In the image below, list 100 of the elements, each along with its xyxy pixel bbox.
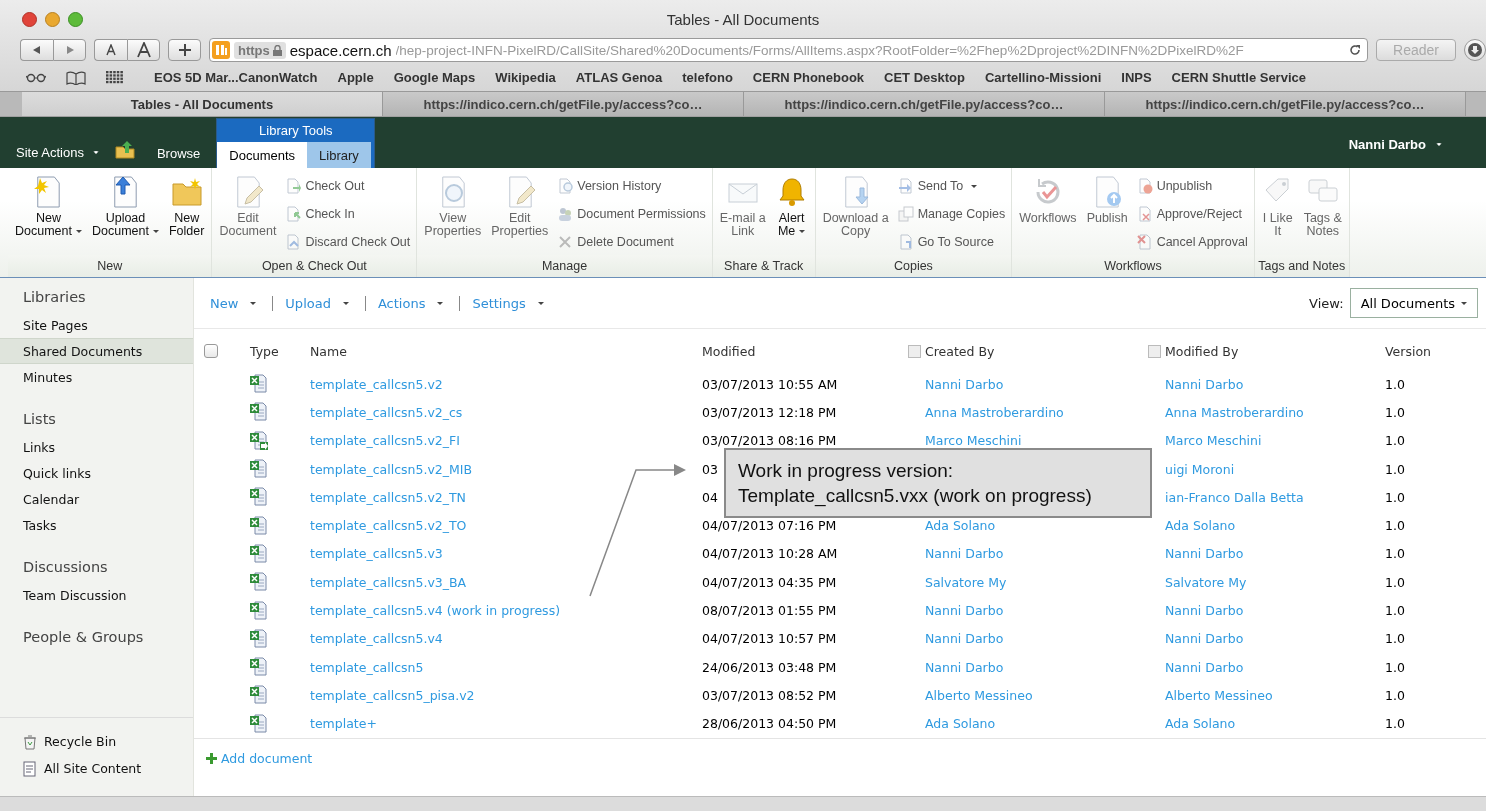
site-actions-menu[interactable]: Site Actions <box>16 145 99 168</box>
forward-button[interactable] <box>53 39 86 61</box>
bookmark-link[interactable]: EOS 5D Mar...CanonWatch <box>154 70 318 85</box>
caret-icon <box>92 151 99 154</box>
larger-text-button[interactable] <box>127 39 160 61</box>
reload-icon <box>1349 44 1362 56</box>
bookmark-link[interactable]: telefono <box>682 70 733 85</box>
smaller-text-button[interactable] <box>94 39 127 61</box>
ribbon-button[interactable]: New Folder <box>165 174 208 252</box>
ribbon-button[interactable]: New Document <box>12 174 85 252</box>
bookmark-link[interactable]: CERN Shuttle Service <box>1171 70 1306 85</box>
bookmark-link[interactable]: CERN Phonebook <box>752 70 865 85</box>
view-label: View: <box>1309 295 1344 311</box>
date-text: 04/07/2013 10:57 PM <box>702 631 837 647</box>
nav-heading[interactable]: People & Groups <box>0 628 193 652</box>
nav-item[interactable]: Tasks <box>0 512 193 538</box>
bookmark-link[interactable]: Apple <box>337 70 374 85</box>
caret-icon <box>342 301 349 305</box>
nav-heading[interactable]: Lists <box>0 410 193 434</box>
column-header[interactable]: Created By <box>925 343 995 359</box>
nav-item[interactable]: Calendar <box>0 486 193 512</box>
version-text: 1.0 <box>1385 489 1405 505</box>
nav-link[interactable]: Recycle Bin <box>22 728 193 755</box>
browser-tab[interactable]: https://indico.cern.ch/getFile.py/access?co… <box>383 92 744 116</box>
browser-tab[interactable]: https://indico.cern.ch/getFile.py/access?co… <box>1105 92 1466 116</box>
toolbar-menu[interactable]: Actions <box>377 295 452 311</box>
callout-text: Template_callcsn5.vxx (work on progress) <box>738 484 1093 508</box>
column-header[interactable]: Modified <box>702 343 756 359</box>
nav-link[interactable]: All Site Content <box>22 755 193 782</box>
nav-item[interactable]: Team Discussion <box>0 582 193 608</box>
column-header[interactable]: Name <box>310 343 347 359</box>
select-all-checkbox[interactable] <box>204 344 218 358</box>
document-x-icon <box>1136 234 1153 250</box>
bookmark-link[interactable]: Google Maps <box>393 70 476 85</box>
ribbon-tab[interactable]: Documents <box>217 142 308 168</box>
version-text: 1.0 <box>1385 716 1405 732</box>
nav-item[interactable]: Shared Documents <box>0 338 193 364</box>
documents-icon <box>897 206 914 222</box>
back-button[interactable] <box>20 39 53 61</box>
bookmark-link[interactable]: CET Desktop <box>884 70 965 85</box>
download-button[interactable] <box>1464 39 1486 61</box>
date-text: 24/06/2013 03:48 PM <box>702 659 837 675</box>
caret-icon <box>1461 301 1467 305</box>
back-arrow-icon <box>32 45 42 55</box>
toolbar-menu[interactable]: New <box>210 295 265 311</box>
version-text: 1.0 <box>1385 546 1405 562</box>
book-icon[interactable] <box>66 70 86 85</box>
nav-item[interactable]: Minutes <box>0 364 193 390</box>
browse-tab[interactable]: Browse <box>148 142 217 168</box>
folder-up-arrow-icon[interactable] <box>114 141 135 159</box>
presence-box-icon <box>908 344 921 358</box>
lock-icon <box>272 44 282 56</box>
address-field[interactable]: https espace.cern.ch /hep-project-INFN-PixelRD/CallSite/Shared%20Documents/Forms/AllItems.aspx?RootFolder=%2Fhep%2Dproject%2DINFN%2DPixelRD%2F <box>209 38 1369 62</box>
add-button[interactable] <box>168 39 201 61</box>
nav-item[interactable]: Links <box>0 434 193 460</box>
glasses-icon[interactable] <box>26 72 46 83</box>
ribbon-button[interactable]: Alert Me <box>772 174 811 252</box>
version-text: 1.0 <box>1385 659 1405 675</box>
small-letter-icon <box>105 44 117 56</box>
view-dropdown[interactable]: All Documents <box>1349 288 1478 318</box>
window-title: Tables - All Documents <box>666 10 820 28</box>
callout-text: Work in progress version: <box>738 459 955 483</box>
date-text: 04/07/2013 07:16 PM <box>702 518 837 534</box>
bookmark-logo-icon <box>212 41 230 59</box>
nav-heading[interactable]: Libraries <box>0 288 193 312</box>
presence-box-icon <box>1148 344 1161 358</box>
column-header[interactable]: Version <box>1385 343 1431 359</box>
browser-tab[interactable]: Tables - All Documents <box>22 92 383 116</box>
ribbon-button[interactable]: Upload Document <box>89 174 162 252</box>
caret-icon <box>437 301 444 305</box>
nav-item[interactable]: Site Pages <box>0 312 193 338</box>
grid-icon[interactable] <box>106 71 124 84</box>
version-text: 1.0 <box>1385 631 1405 647</box>
date-text: 04/07/2013 04:35 PM <box>702 574 837 590</box>
close-button[interactable] <box>22 11 37 27</box>
date-text: 03 <box>702 461 718 477</box>
forward-arrow-icon <box>64 45 75 55</box>
ribbon-tab[interactable]: Library <box>307 142 371 168</box>
version-text: 1.0 <box>1385 404 1405 420</box>
url-scheme: https <box>238 42 270 58</box>
bookmark-link[interactable]: INPS <box>1121 70 1152 85</box>
user-menu[interactable]: Nanni Darbo <box>1342 136 1448 153</box>
date-text: 03/07/2013 10:55 AM <box>702 376 838 392</box>
document-x-icon <box>1136 206 1153 222</box>
toolbar-menu[interactable]: Settings <box>472 295 552 311</box>
caret-icon <box>1436 143 1442 146</box>
bookmark-link[interactable]: Cartellino-Missioni <box>984 70 1102 85</box>
zoom-button[interactable] <box>68 11 83 27</box>
date-text: 04 <box>702 489 718 505</box>
column-header[interactable]: Type <box>250 343 279 359</box>
url-host: espace.cern.ch <box>289 41 392 59</box>
nav-item[interactable]: Quick links <box>0 460 193 486</box>
column-header[interactable]: Modified By <box>1165 343 1239 359</box>
version-text: 1.0 <box>1385 433 1405 449</box>
nav-heading[interactable]: Discussions <box>0 558 193 582</box>
toolbar-menu[interactable]: Upload <box>285 295 357 311</box>
plus-icon <box>178 44 191 56</box>
bookmark-link[interactable]: ATLAS Genoa <box>575 70 663 85</box>
browser-tab[interactable]: https://indico.cern.ch/getFile.py/access?co… <box>744 92 1105 116</box>
bookmark-link[interactable]: Wikipedia <box>495 70 556 85</box>
